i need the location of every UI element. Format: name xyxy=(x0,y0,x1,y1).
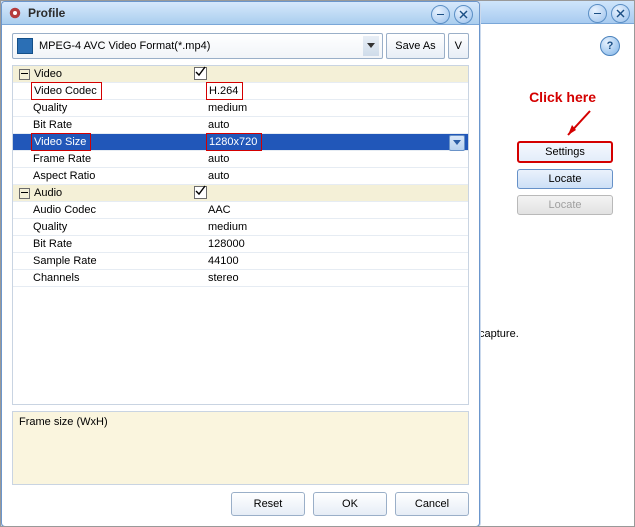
minimize-icon[interactable] xyxy=(431,5,450,24)
mp4-icon xyxy=(17,38,33,54)
arrow-icon xyxy=(560,109,596,143)
profile-select[interactable]: MPEG-4 AVC Video Format(*.mp4) xyxy=(12,33,383,59)
v-button[interactable]: V xyxy=(448,33,469,59)
locate-button-disabled: Locate xyxy=(517,195,613,215)
chevron-down-icon[interactable] xyxy=(449,135,465,151)
settings-grid: Video Video Codec H.264 Qualitymedium Bi… xyxy=(12,65,469,405)
row-sample-rate[interactable]: Sample Rate44100 xyxy=(13,253,468,270)
dialog-titlebar: Profile xyxy=(2,2,479,25)
profile-select-label: MPEG-4 AVC Video Format(*.mp4) xyxy=(39,40,210,52)
row-channels[interactable]: Channelsstereo xyxy=(13,270,468,287)
close-icon[interactable] xyxy=(611,4,630,23)
cancel-button[interactable]: Cancel xyxy=(395,492,469,516)
row-frame-rate[interactable]: Frame Rateauto xyxy=(13,151,468,168)
description-box: Frame size (WxH) xyxy=(12,411,469,485)
row-video-size[interactable]: Video Size 1280x720 xyxy=(13,134,468,151)
dialog-title: Profile xyxy=(28,6,65,20)
profile-dialog: Profile MPEG-4 AVC Video Format(*.mp4) S… xyxy=(1,1,480,527)
row-aspect-ratio[interactable]: Aspect Ratioauto xyxy=(13,168,468,185)
ok-button[interactable]: OK xyxy=(313,492,387,516)
save-as-button[interactable]: Save As xyxy=(386,33,444,59)
reset-button[interactable]: Reset xyxy=(231,492,305,516)
annotation-text: Click here xyxy=(529,89,596,105)
row-bitrate-video[interactable]: Bit Rateauto xyxy=(13,117,468,134)
row-bitrate-audio[interactable]: Bit Rate128000 xyxy=(13,236,468,253)
back-text: capture. xyxy=(479,328,519,340)
audio-checkbox[interactable] xyxy=(194,186,207,199)
group-video[interactable]: Video xyxy=(13,66,468,83)
help-icon[interactable]: ? xyxy=(600,36,620,56)
minimize-icon[interactable] xyxy=(588,4,607,23)
group-audio[interactable]: Audio xyxy=(13,185,468,202)
video-checkbox[interactable] xyxy=(194,67,207,80)
row-video-codec[interactable]: Video Codec H.264 xyxy=(13,83,468,100)
chevron-down-icon xyxy=(363,36,379,56)
collapse-icon[interactable] xyxy=(19,188,30,199)
gear-icon xyxy=(8,6,22,20)
locate-button[interactable]: Locate xyxy=(517,169,613,189)
settings-button[interactable]: Settings xyxy=(517,141,613,163)
close-icon[interactable] xyxy=(454,5,473,24)
row-audio-codec[interactable]: Audio CodecAAC xyxy=(13,202,468,219)
collapse-icon[interactable] xyxy=(19,69,30,80)
row-quality-video[interactable]: Qualitymedium xyxy=(13,100,468,117)
row-quality-audio[interactable]: Qualitymedium xyxy=(13,219,468,236)
